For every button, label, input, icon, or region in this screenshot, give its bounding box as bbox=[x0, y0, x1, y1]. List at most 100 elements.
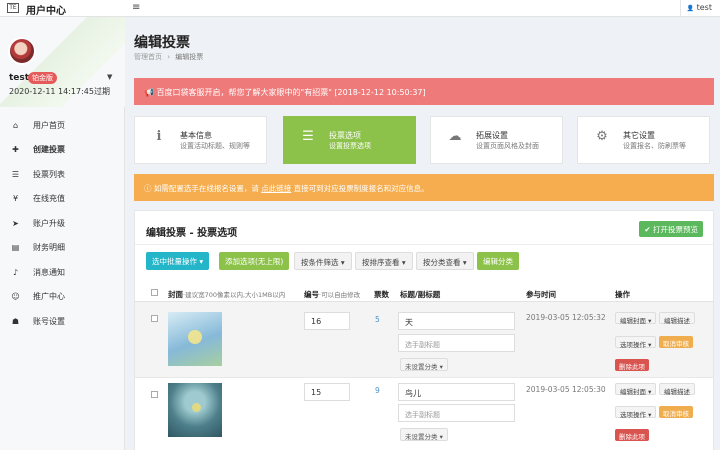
edit-cover-button[interactable]: 编辑封面 ▾ bbox=[615, 383, 657, 396]
step-subtitle: 设置投票选项 bbox=[329, 142, 371, 150]
edit-desc-button[interactable]: 编辑描述 bbox=[659, 383, 695, 396]
cancel-review-button[interactable]: 取消审核 bbox=[659, 406, 693, 418]
signup-tip-alert: ⓘ 如需配置选手在线报名设置，请 点此链接 直接可到对应投票制度报名和对应信息。 bbox=[134, 174, 714, 201]
add-option-button[interactable]: 添加选项(无上限) bbox=[219, 252, 290, 270]
category-select[interactable]: 未设置分类 ▾ bbox=[400, 428, 448, 441]
sidebar-item-label: 在线充值 bbox=[33, 194, 65, 204]
user-icon: 👤 bbox=[686, 5, 695, 12]
vote-count: 5 bbox=[375, 315, 380, 324]
title-input[interactable]: 天 bbox=[398, 312, 515, 330]
tip-link[interactable]: 点此链接 bbox=[261, 184, 291, 193]
category-view-button[interactable]: 按分类查看 ▾ bbox=[416, 252, 474, 270]
sidebar-username: test bbox=[9, 73, 30, 83]
subtitle-input[interactable]: 选手副标题 bbox=[398, 404, 515, 422]
step-subtitle: 设置报名、防刷票等 bbox=[623, 142, 686, 150]
title-input[interactable]: 鸟儿 bbox=[398, 383, 515, 401]
expire-date: 2020-12-11 14:17:45过期 bbox=[9, 87, 110, 96]
step-title: 投票选项 bbox=[329, 131, 361, 140]
user-icon: ☗ bbox=[11, 316, 20, 326]
plan-badge: 铂金版 bbox=[28, 72, 57, 84]
breadcrumb-separator: › bbox=[167, 53, 171, 61]
batch-actions-button[interactable]: 选中批量操作 ▾ bbox=[146, 252, 210, 270]
number-input[interactable]: 16 bbox=[304, 312, 350, 330]
option-cover-image[interactable] bbox=[168, 312, 222, 366]
filter-button[interactable]: 按条件筛选 ▾ bbox=[294, 252, 352, 270]
column-title: 标题/副标题 bbox=[400, 290, 441, 299]
send-icon: ➤ bbox=[12, 218, 19, 228]
option-actions-button[interactable]: 选项操作 ▾ bbox=[615, 406, 657, 419]
step-subtitle: 设置页面风格及封面 bbox=[476, 142, 539, 150]
sidebar-item-label: 消息通知 bbox=[33, 267, 65, 277]
sidebar-item-upgrade[interactable]: ➤ 账户升级 bbox=[0, 211, 125, 236]
info-circle-icon: ⓘ bbox=[144, 184, 152, 193]
flower-shape bbox=[192, 403, 201, 412]
user-menu[interactable]: 👤 test bbox=[687, 3, 712, 12]
breadcrumb-home[interactable]: 管理首页 bbox=[134, 53, 162, 61]
breadcrumb: 管理首页 › 编辑投票 bbox=[134, 52, 203, 62]
avatar[interactable] bbox=[8, 37, 36, 65]
panel-title: 编辑投票 - 投票选项 bbox=[146, 228, 238, 239]
bell-icon: ♪ bbox=[12, 267, 19, 277]
sort-button[interactable]: 按排序查看 ▾ bbox=[355, 252, 413, 270]
info-icon: i bbox=[156, 129, 162, 144]
app-title: 用户中心 bbox=[26, 6, 66, 17]
yen-icon: ¥ bbox=[12, 194, 19, 204]
sidebar-item-label: 推广中心 bbox=[33, 292, 65, 302]
step-title: 拓展设置 bbox=[476, 131, 508, 140]
plus-icon: ✚ bbox=[12, 145, 19, 155]
column-time: 参与时间 bbox=[526, 290, 556, 299]
table-row: 16 5 天 选手副标题 未设置分类 ▾ 2019-03-05 12:05:32… bbox=[135, 302, 713, 378]
user-menu-label: test bbox=[696, 3, 712, 12]
tab-vote-options[interactable]: ☰ 投票选项 设置投票选项 bbox=[283, 116, 416, 164]
tip-text-after: 直接可到对应投票制度报名和对应信息。 bbox=[293, 184, 429, 193]
column-votes: 票数 bbox=[374, 290, 389, 299]
main-content: 编辑投票 管理首页 › 编辑投票 📢 百度口袋客服开启，帮您了解大家眼中的"有招… bbox=[126, 17, 720, 450]
sidebar-item-vote-list[interactable]: ☰ 投票列表 bbox=[0, 162, 125, 187]
category-select[interactable]: 未设置分类 ▾ bbox=[400, 358, 448, 371]
sidebar-item-label: 账户升级 bbox=[33, 218, 65, 228]
page-title: 编辑投票 bbox=[134, 35, 190, 51]
step-title: 基本信息 bbox=[180, 131, 212, 140]
table-row: 15 9 鸟儿 选手副标题 未设置分类 ▾ 2019-03-05 12:05:3… bbox=[135, 378, 713, 450]
sidebar-item-create-vote[interactable]: ✚ 创建投票 bbox=[0, 138, 125, 163]
tab-other-settings[interactable]: ⚙ 其它设置 设置报名、防刷票等 bbox=[577, 116, 710, 164]
join-time: 2019-03-05 12:05:30 bbox=[526, 385, 606, 394]
delete-option-button[interactable]: 删除此项 bbox=[615, 429, 649, 441]
select-all-checkbox[interactable] bbox=[151, 289, 158, 296]
tab-basic-info[interactable]: i 基本信息 设置活动标题、规则等 bbox=[134, 116, 267, 164]
list-icon: ☰ bbox=[11, 169, 20, 179]
divider bbox=[135, 244, 713, 245]
tab-extend-settings[interactable]: ☁ 拓展设置 设置页面风格及封面 bbox=[430, 116, 563, 164]
sidebar-item-recharge[interactable]: ¥ 在线充值 bbox=[0, 187, 125, 212]
sidebar-item-account[interactable]: ☗ 账号设置 bbox=[0, 309, 125, 334]
edit-category-button[interactable]: 编辑分类 bbox=[477, 252, 519, 270]
cloud-icon: ☁ bbox=[448, 129, 462, 144]
sidebar-item-finance[interactable]: ▤ 财务明细 bbox=[0, 236, 125, 261]
chevron-down-icon[interactable]: ▼ bbox=[107, 73, 112, 81]
sidebar-item-label: 财务明细 bbox=[33, 243, 65, 253]
sidebar-item-promotion[interactable]: ☺ 推广中心 bbox=[0, 285, 125, 310]
open-preview-button[interactable]: ✔ 打开投票预览 bbox=[639, 221, 703, 237]
number-input[interactable]: 15 bbox=[304, 383, 350, 401]
column-number: 编号·可以自由修改 bbox=[304, 289, 360, 300]
option-actions-button[interactable]: 选项操作 ▾ bbox=[615, 336, 657, 349]
cancel-review-button[interactable]: 取消审核 bbox=[659, 336, 693, 348]
row-checkbox[interactable] bbox=[151, 391, 158, 398]
sidebar-item-home[interactable]: ⌂ 用户首页 bbox=[0, 113, 125, 138]
sidebar-item-notifications[interactable]: ♪ 消息通知 bbox=[0, 260, 125, 285]
menu-toggle-icon[interactable]: ≡ bbox=[132, 2, 140, 13]
gear-icon: ⚙ bbox=[596, 129, 608, 144]
edit-cover-button[interactable]: 编辑封面 ▾ bbox=[615, 312, 657, 325]
top-bar: TE 用户中心 ≡ 👤 test bbox=[0, 0, 720, 17]
row-checkbox[interactable] bbox=[151, 315, 158, 322]
sidebar: test 铂金版 ▼ 2020-12-11 14:17:45过期 ⌂ 用户首页 … bbox=[0, 17, 125, 450]
option-cover-image[interactable] bbox=[168, 383, 222, 437]
edit-desc-button[interactable]: 编辑描述 bbox=[659, 312, 695, 325]
delete-option-button[interactable]: 删除此项 bbox=[615, 359, 649, 371]
step-tabs: i 基本信息 设置活动标题、规则等 ☰ 投票选项 设置投票选项 ☁ 拓展设置 设… bbox=[134, 116, 714, 164]
logo-icon: TE bbox=[7, 3, 19, 13]
vote-count: 9 bbox=[375, 386, 380, 395]
announcement-alert: 📢 百度口袋客服开启，帮您了解大家眼中的"有招票" [2018-12-12 10… bbox=[134, 78, 714, 105]
step-subtitle: 设置活动标题、规则等 bbox=[180, 142, 250, 150]
subtitle-input[interactable]: 选手副标题 bbox=[398, 334, 515, 352]
